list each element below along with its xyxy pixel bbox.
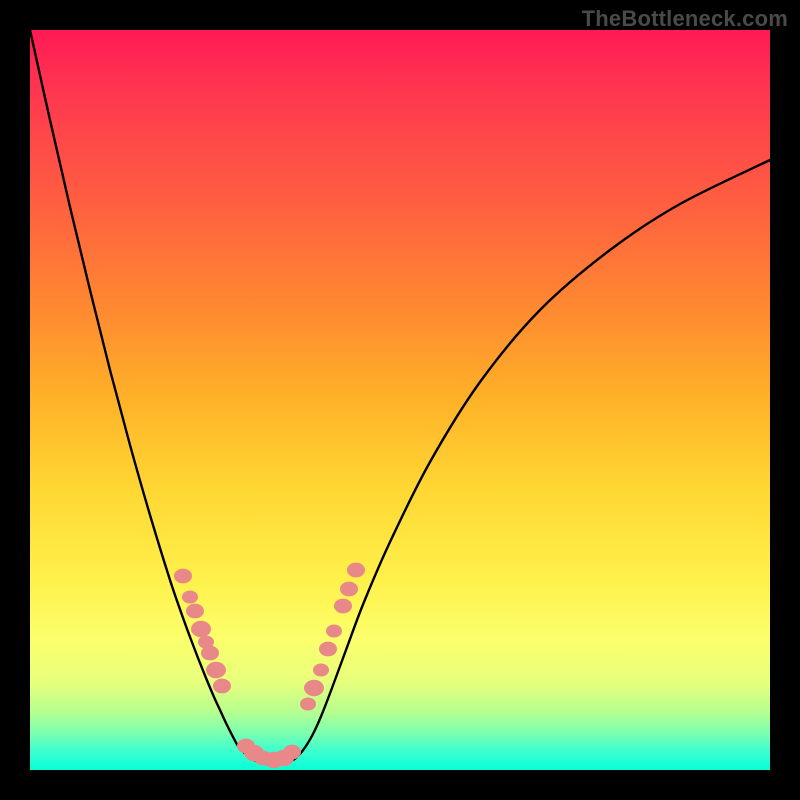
watermark-text: TheBottleneck.com bbox=[582, 6, 788, 32]
data-marker bbox=[300, 697, 316, 710]
data-marker bbox=[186, 604, 204, 619]
data-marker bbox=[334, 599, 352, 614]
data-marker bbox=[174, 569, 192, 584]
curve-layer bbox=[30, 30, 770, 770]
data-marker bbox=[313, 663, 329, 676]
data-marker bbox=[304, 680, 324, 696]
bottleneck-curve bbox=[30, 30, 770, 765]
data-markers bbox=[174, 563, 365, 769]
data-marker bbox=[206, 662, 226, 678]
data-marker bbox=[283, 745, 301, 760]
chart-frame: TheBottleneck.com bbox=[0, 0, 800, 800]
data-marker bbox=[182, 590, 198, 603]
data-marker bbox=[201, 646, 219, 661]
data-marker bbox=[213, 679, 231, 694]
data-marker bbox=[340, 582, 358, 597]
data-marker bbox=[191, 621, 211, 637]
data-marker bbox=[326, 624, 342, 637]
data-marker bbox=[347, 563, 365, 578]
data-marker bbox=[319, 642, 337, 657]
plot-area bbox=[30, 30, 770, 770]
